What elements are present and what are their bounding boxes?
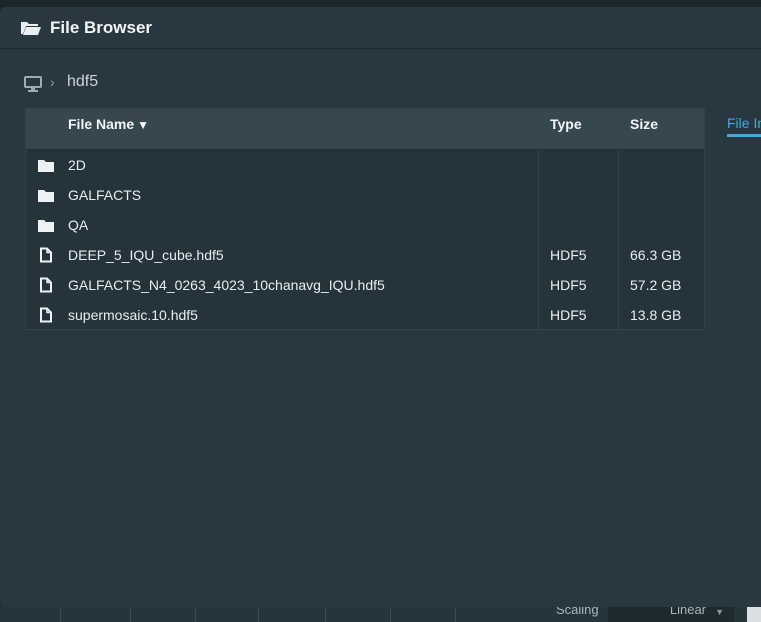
row-name: GALFACTS [68, 187, 142, 203]
row-name: 2D [68, 157, 86, 173]
row-type: HDF5 [550, 307, 587, 323]
breadcrumb-path[interactable]: hdf5 [67, 73, 98, 91]
background-divider [258, 606, 259, 622]
file-icon [40, 247, 52, 263]
background-divider [325, 606, 326, 622]
column-header-file-name[interactable]: File Name ▼ [68, 116, 149, 132]
column-header-size[interactable]: Size [630, 116, 658, 132]
file-browser-dialog: File Browser › hdf5 File Name ▼ Type Size… [0, 7, 761, 607]
table-row[interactable]: supermosaic.10.hdf5 HDF5 13.8 GB [26, 300, 704, 330]
file-table: File Name ▼ Type Size 2D GALFACTS QA DEE… [25, 108, 705, 330]
background-divider [60, 606, 61, 622]
table-row[interactable]: DEEP_5_IQU_cube.hdf5 HDF5 66.3 GB [26, 240, 704, 270]
column-header-type[interactable]: Type [550, 116, 582, 132]
folder-icon [38, 220, 54, 232]
row-type: HDF5 [550, 247, 587, 263]
table-row[interactable]: QA [26, 210, 704, 240]
table-row[interactable]: 2D [26, 150, 704, 180]
folder-open-icon [21, 22, 41, 35]
tab-file-information[interactable]: File Information [727, 115, 761, 137]
table-header: File Name ▼ Type Size [26, 109, 704, 150]
file-icon [40, 307, 52, 323]
chevron-right-icon: › [50, 74, 55, 90]
row-size: 66.3 GB [630, 247, 682, 263]
chevron-down-icon: ▼ [715, 607, 724, 617]
background-divider [130, 606, 131, 622]
row-type: HDF5 [550, 277, 587, 293]
table-row[interactable]: GALFACTS_N4_0263_4023_10chanavg_IQU.hdf5… [26, 270, 704, 300]
row-name: QA [68, 217, 89, 233]
row-name: supermosaic.10.hdf5 [68, 307, 198, 323]
folder-icon [38, 190, 54, 202]
row-size: 57.2 GB [630, 277, 682, 293]
dialog-header: File Browser [0, 7, 761, 49]
table-row[interactable]: GALFACTS [26, 180, 704, 210]
row-size: 13.8 GB [630, 307, 682, 323]
computer-icon[interactable] [24, 76, 42, 92]
row-name: GALFACTS_N4_0263_4023_10chanavg_IQU.hdf5 [68, 277, 385, 293]
sort-descending-icon: ▼ [137, 118, 150, 132]
column-header-label: File Name [68, 116, 135, 132]
background-divider [390, 606, 391, 622]
folder-icon [38, 160, 54, 172]
row-name: DEEP_5_IQU_cube.hdf5 [68, 247, 224, 263]
background-divider [195, 606, 196, 622]
file-icon [40, 277, 52, 293]
dialog-title: File Browser [50, 18, 153, 37]
background-divider [455, 606, 456, 622]
